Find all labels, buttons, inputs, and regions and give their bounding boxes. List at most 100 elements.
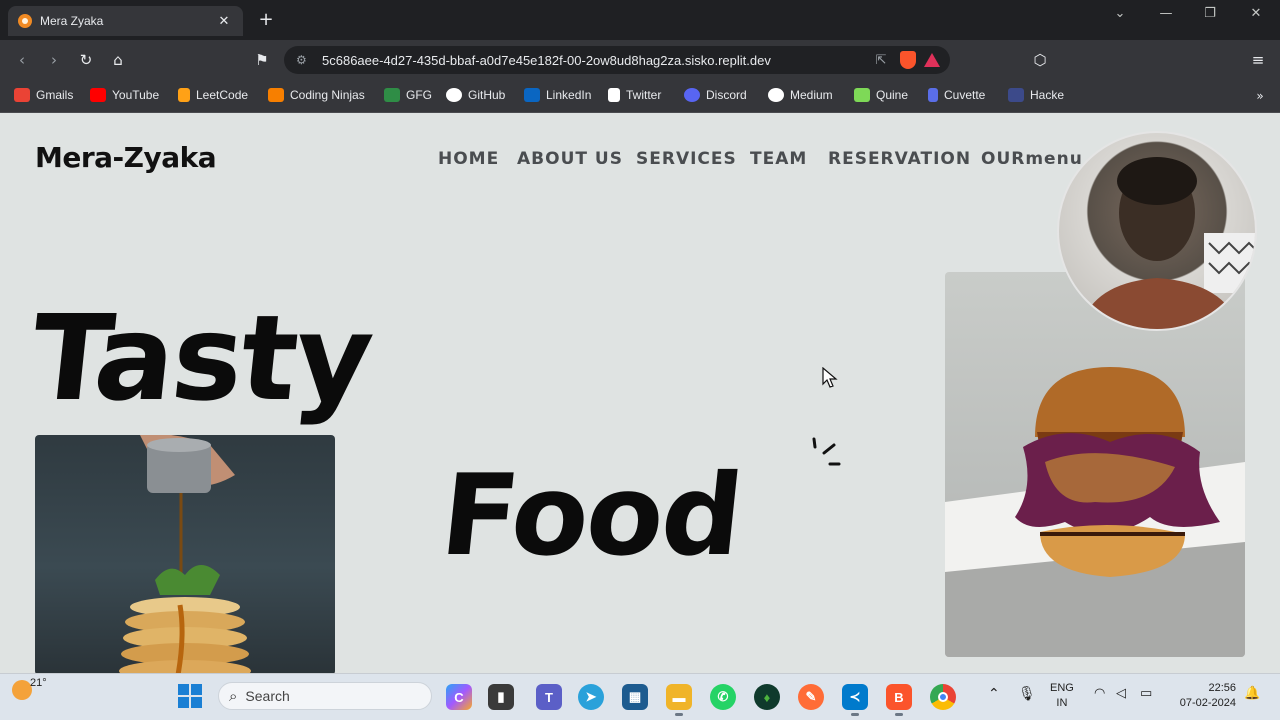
share-icon[interactable]: ⇱ bbox=[870, 53, 892, 68]
wifi-icon[interactable]: ◠ bbox=[1094, 686, 1105, 701]
bookmark-label: Gmails bbox=[36, 88, 74, 102]
gmail-icon bbox=[14, 88, 30, 102]
burger-illustration bbox=[945, 367, 1245, 657]
weather-sun-icon bbox=[12, 680, 32, 700]
battery-icon[interactable]: ▭ bbox=[1140, 686, 1152, 701]
close-window-icon[interactable]: ✕ bbox=[1244, 6, 1268, 21]
brave-shields-icon[interactable] bbox=[900, 51, 916, 69]
discord-icon bbox=[684, 88, 700, 102]
chrome-icon[interactable] bbox=[930, 684, 956, 710]
notification-bell-icon[interactable]: 🔔 bbox=[1244, 686, 1260, 701]
person-silhouette-icon bbox=[1080, 157, 1255, 329]
site-favicon-icon bbox=[18, 14, 32, 28]
whatsapp-icon[interactable]: ✆ bbox=[710, 684, 736, 710]
teams-icon[interactable]: T bbox=[536, 684, 562, 710]
gfg-icon bbox=[384, 88, 400, 102]
region-code: IN bbox=[1056, 697, 1068, 709]
bookmark-icon[interactable]: ⚑ bbox=[252, 50, 272, 70]
reload-icon[interactable]: ↻ bbox=[76, 50, 96, 70]
bookmark-youtube[interactable]: YouTube bbox=[90, 86, 159, 104]
bookmark-medium[interactable]: Medium bbox=[768, 86, 833, 104]
brave-icon[interactable]: B bbox=[886, 684, 912, 710]
tab-title: Mera Zyaka bbox=[40, 14, 104, 28]
nav-reservation[interactable]: RESERVATION bbox=[828, 149, 971, 169]
start-button[interactable] bbox=[178, 684, 202, 708]
bookmark-quine[interactable]: Quine bbox=[854, 86, 908, 104]
bookmark-linkedin[interactable]: LinkedIn bbox=[524, 86, 591, 104]
address-bar[interactable]: ⚙ 5c686aee-4d27-435d-bbaf-a0d7e45e182f-0… bbox=[284, 46, 950, 74]
running-indicator bbox=[675, 713, 683, 716]
site-logo[interactable]: Mera-Zyaka bbox=[35, 141, 217, 174]
pancake-illustration bbox=[119, 435, 251, 673]
nav-home[interactable]: HOME bbox=[438, 149, 499, 169]
linkedin-icon bbox=[524, 88, 540, 102]
postman-icon[interactable]: ✎ bbox=[798, 684, 824, 710]
weather-temperature: 21° bbox=[30, 677, 47, 689]
telegram-icon[interactable]: ➤ bbox=[578, 684, 604, 710]
bookmark-hacke[interactable]: Hacke bbox=[1008, 86, 1064, 104]
file-explorer-icon[interactable]: ▬ bbox=[666, 684, 692, 710]
bookmark-discord[interactable]: Discord bbox=[684, 86, 747, 104]
bookmark-github[interactable]: GitHub bbox=[446, 86, 505, 104]
running-indicator bbox=[851, 713, 859, 716]
back-arrow-icon[interactable]: ‹ bbox=[12, 50, 32, 70]
home-icon[interactable]: ⌂ bbox=[108, 50, 128, 70]
bookmark-label: Twitter bbox=[626, 88, 662, 102]
taskbar-search[interactable]: ⌕ Search bbox=[218, 682, 432, 710]
nav-team[interactable]: TEAM bbox=[750, 149, 807, 169]
volume-icon[interactable]: ◁ bbox=[1116, 686, 1126, 701]
nav-our-menu[interactable]: OURmenu bbox=[981, 149, 1083, 169]
tab-search-chevron-icon[interactable]: ⌄ bbox=[1108, 6, 1132, 21]
bookmark-label: Discord bbox=[706, 88, 747, 102]
extensions-icon[interactable]: ⬡ bbox=[1030, 50, 1050, 70]
microphone-icon[interactable]: 🎙 bbox=[1018, 686, 1036, 702]
bookmark-label: Medium bbox=[790, 88, 833, 102]
mysql-workbench-icon[interactable]: ▦ bbox=[622, 684, 648, 710]
language-code: ENG bbox=[1050, 682, 1074, 694]
more-bookmarks-chevron-icon[interactable]: » bbox=[1250, 86, 1270, 106]
brave-rewards-icon[interactable] bbox=[924, 53, 940, 67]
forward-arrow-icon[interactable]: › bbox=[44, 50, 64, 70]
vscode-icon[interactable]: ≺ bbox=[842, 684, 868, 710]
bookmark-coding-ninjas[interactable]: Coding Ninjas bbox=[268, 86, 365, 104]
github-icon bbox=[446, 88, 462, 102]
url-text[interactable]: 5c686aee-4d27-435d-bbaf-a0d7e45e182f-00-… bbox=[322, 53, 870, 68]
bookmark-leetcode[interactable]: LeetCode bbox=[178, 86, 248, 104]
clock-time: 22:56 bbox=[1208, 682, 1236, 694]
input-language[interactable]: ENG IN bbox=[1050, 681, 1074, 711]
nav-services[interactable]: SERVICES bbox=[636, 149, 737, 169]
bookmark-gfg[interactable]: GFG bbox=[384, 86, 432, 104]
mongodb-compass-icon[interactable]: ♦ bbox=[754, 684, 780, 710]
bookmark-cuvette[interactable]: Cuvette bbox=[928, 86, 985, 104]
copilot-icon[interactable]: C bbox=[446, 684, 472, 710]
bookmark-label: LeetCode bbox=[196, 88, 249, 102]
burger-image bbox=[945, 272, 1245, 657]
youtube-icon bbox=[90, 88, 106, 102]
new-tab-button[interactable]: + bbox=[256, 9, 276, 30]
bookmark-label: GFG bbox=[406, 88, 432, 102]
coding-ninjas-icon bbox=[268, 88, 284, 102]
bookmark-gmails[interactable]: Gmails bbox=[14, 86, 73, 104]
nav-about-us[interactable]: ABOUT US bbox=[517, 149, 623, 169]
taskbar-search-label: Search bbox=[245, 688, 290, 704]
system-clock[interactable]: 22:56 07-02-2024 bbox=[1170, 681, 1236, 711]
minimize-icon[interactable]: — bbox=[1154, 6, 1178, 21]
bookmark-twitter[interactable]: Twitter bbox=[608, 86, 661, 104]
search-icon: ⌕ bbox=[229, 687, 238, 705]
cuvette-icon bbox=[928, 88, 938, 102]
weather-widget[interactable]: 21° bbox=[12, 677, 47, 700]
medium-icon bbox=[768, 88, 784, 102]
browser-tab[interactable]: Mera Zyaka ✕ bbox=[8, 6, 243, 36]
show-hidden-icons-chevron-icon[interactable]: ⌃ bbox=[988, 686, 1000, 702]
site-settings-icon[interactable]: ⚙ bbox=[296, 53, 314, 67]
menu-icon[interactable]: ≡ bbox=[1248, 50, 1268, 70]
file-manager-dark-icon[interactable]: ▮ bbox=[488, 684, 514, 710]
leetcode-icon bbox=[178, 88, 190, 102]
pancake-syrup-image bbox=[35, 435, 335, 673]
hero-heading-tasty: Tasty bbox=[24, 289, 378, 427]
bookmark-label: Coding Ninjas bbox=[290, 88, 365, 102]
tab-close-icon[interactable]: ✕ bbox=[215, 14, 233, 29]
loading-spinner-icon bbox=[812, 437, 841, 466]
restore-icon[interactable]: ❐ bbox=[1198, 6, 1222, 21]
bookmark-label: Quine bbox=[876, 88, 909, 102]
